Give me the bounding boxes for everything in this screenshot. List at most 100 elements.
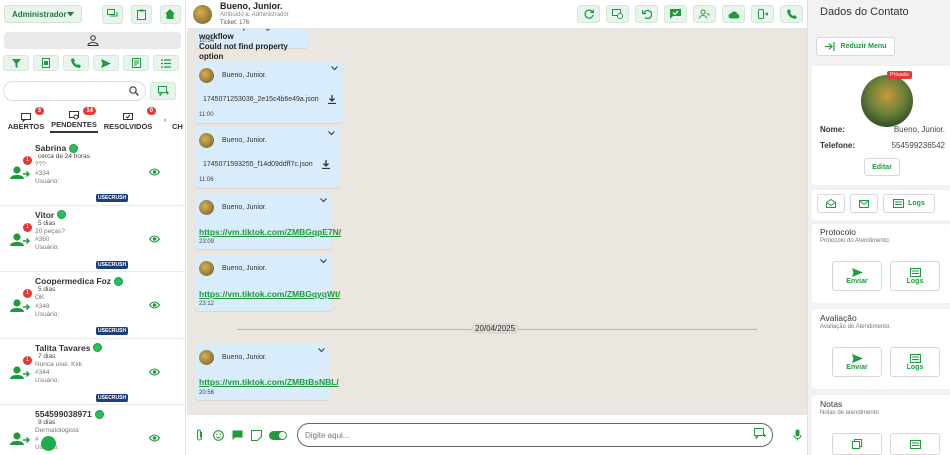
contact-avatar-icon <box>10 166 31 179</box>
message-bubble: Bueno, Junior. https://vm.tiktok.com/ZMB… <box>195 344 339 400</box>
sticker-button[interactable] <box>250 429 263 442</box>
send-protocol-button[interactable]: Enviar <box>832 261 882 291</box>
message-sender: Bueno, Junior. <box>199 68 267 83</box>
tab-label: PENDENTES <box>51 120 97 129</box>
mic-button[interactable] <box>791 429 804 442</box>
list-button[interactable] <box>153 55 179 71</box>
quick-reply-icon[interactable] <box>754 428 766 439</box>
chats-button[interactable] <box>101 4 123 24</box>
signature-toggle[interactable] <box>269 430 287 440</box>
open-mail-button[interactable] <box>817 194 845 213</box>
return-button[interactable] <box>635 5 658 23</box>
tab-abertos[interactable]: 3 ABERTOS <box>2 107 50 133</box>
undo-icon <box>641 9 652 19</box>
new-ticket-button[interactable] <box>150 82 176 100</box>
eye-icon[interactable] <box>149 168 160 176</box>
ticket-item[interactable]: Coopermedica Foz 5 dias OK #348 Usuário: 1 USE… <box>0 272 185 339</box>
message-input[interactable] <box>298 424 728 446</box>
transfer-button[interactable] <box>606 5 629 23</box>
chevron-down-icon[interactable] <box>320 259 327 264</box>
tab-pendentes[interactable]: 14 PENDENTES <box>50 107 98 133</box>
notes-button[interactable] <box>123 55 149 71</box>
file-attachment[interactable]: 1745071593255_f14d09ddff7c.json <box>203 160 330 169</box>
people-icon <box>699 9 710 19</box>
send-rating-button[interactable]: Enviar <box>832 347 882 377</box>
schedule-button[interactable] <box>722 5 745 23</box>
download-icon[interactable] <box>321 160 330 169</box>
tab-more[interactable]: › <box>158 107 172 133</box>
ticket-number: Ticket: 176 <box>220 20 250 26</box>
protocol-logs-button[interactable]: Logs <box>890 261 940 291</box>
whatsapp-fab-icon[interactable] <box>41 436 56 451</box>
ticket-item[interactable]: 5545990389719 diasDermatologista#Usuário… <box>0 405 185 455</box>
message-link[interactable]: https://vm.tiktok.com/ZMBGqpE7N/ <box>199 227 341 237</box>
notes-logs-button[interactable] <box>890 433 940 455</box>
left-topbar: Administrador <box>0 0 185 28</box>
contact-avatar-icon <box>10 299 31 312</box>
phone-value: 554599236542 <box>891 141 945 150</box>
unread-badge: 1 <box>23 156 32 165</box>
tab-chatbot[interactable]: CH <box>172 107 184 133</box>
collapse-icon <box>824 42 835 51</box>
download-icon[interactable] <box>327 95 336 104</box>
search-input[interactable] <box>4 82 124 100</box>
attach-button[interactable] <box>193 429 206 442</box>
message-bubble: Bueno, Junior. https://vm.tiktok.com/ZMB… <box>195 255 340 311</box>
send-button[interactable] <box>93 55 119 71</box>
contact-name: Bueno, Junior. <box>220 1 283 11</box>
chevron-down-icon[interactable] <box>331 66 338 71</box>
user-filter-tab[interactable] <box>4 32 181 49</box>
notes-copy-button[interactable] <box>832 433 882 455</box>
export-button[interactable] <box>33 55 59 71</box>
device-button[interactable] <box>751 5 774 23</box>
eye-icon[interactable] <box>149 301 160 309</box>
last-message: ??? <box>35 161 46 169</box>
chevron-down-icon[interactable] <box>318 348 325 353</box>
chevron-down-icon[interactable] <box>328 131 335 136</box>
search-row <box>0 81 185 101</box>
edit-contact-button[interactable]: Editar <box>864 158 900 176</box>
tab-resolvidos[interactable]: 0 RESOLVIDOS <box>98 107 158 133</box>
avatar[interactable] <box>193 4 212 24</box>
user-select[interactable]: Administrador <box>4 5 82 23</box>
message-link[interactable]: https://vm.tiktok.com/ZMBtBsNBL/ <box>199 377 339 387</box>
home-button[interactable] <box>159 4 181 24</box>
chevron-down-icon[interactable] <box>320 198 327 203</box>
ticket-number: #344 <box>35 369 50 377</box>
call-button[interactable] <box>63 55 89 71</box>
clipboard-button[interactable] <box>130 4 152 24</box>
sender-name: Bueno, Junior. <box>222 72 267 79</box>
last-message: Nunca usei. Kkk <box>35 360 82 368</box>
search-icon[interactable] <box>129 86 139 96</box>
section-title: Avaliação <box>820 313 857 323</box>
contact-info[interactable]: Bueno, Junior. Atribuido a: Administrado… <box>220 1 289 27</box>
whatsapp-icon <box>114 276 124 286</box>
avatar[interactable] <box>861 75 913 127</box>
assign-button[interactable] <box>693 5 716 23</box>
file-name: 1745071253036_2e15c4b6e49a.json <box>203 96 319 103</box>
eye-icon[interactable] <box>149 434 160 442</box>
send-icon <box>101 58 111 68</box>
rating-logs-button[interactable]: Logs <box>890 347 940 377</box>
refresh-button[interactable] <box>577 5 600 23</box>
logs-button[interactable]: Logs <box>883 194 935 213</box>
file-attachment[interactable]: 1745071253036_2e15c4b6e49a.json <box>203 95 336 104</box>
eye-icon[interactable] <box>149 234 160 243</box>
message-link[interactable]: https://vm.tiktok.com/ZMBGqyqWt/ <box>199 289 340 299</box>
ticket-item[interactable]: Talita Tavares 7 dias Nunca usei. Kkk #344 U… <box>0 338 185 405</box>
ticket-item[interactable]: Vitor 5 dias 20 peças? #360 Usuário: 1 USECRUS… <box>0 205 185 272</box>
last-activity: 5 dias <box>38 286 56 293</box>
pending-chat-icon <box>69 111 79 120</box>
email-button[interactable] <box>850 194 878 213</box>
contact-name: Coopermedica Foz <box>35 276 112 286</box>
reduce-menu-button[interactable]: Reduzir Menu <box>816 37 895 56</box>
eye-icon[interactable] <box>149 367 160 376</box>
ticket-name-row: Talita Tavares <box>35 343 185 353</box>
last-activity: 7 dias <box>38 352 56 360</box>
emoji-button[interactable] <box>212 429 225 442</box>
quick-message-button[interactable] <box>231 429 244 442</box>
ticket-item[interactable]: Sabrina cerca de 24 horas??? #334 Usuário: 1… <box>0 139 185 206</box>
filter-button[interactable] <box>3 55 29 71</box>
whatsapp-call-button[interactable] <box>780 5 803 23</box>
resolve-button[interactable] <box>664 5 687 23</box>
